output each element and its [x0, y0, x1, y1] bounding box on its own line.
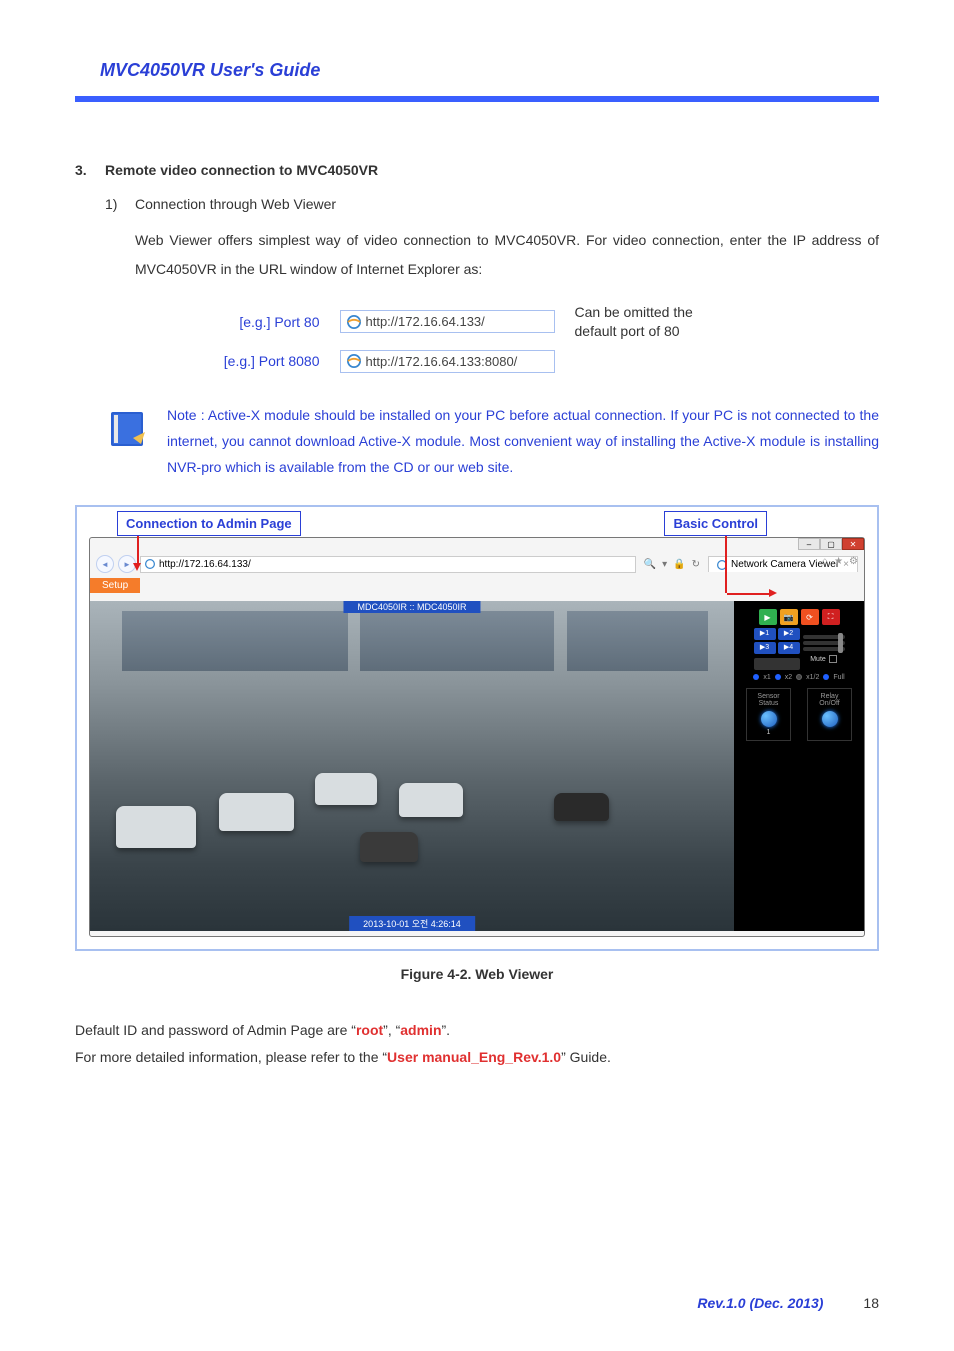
video-area: MDC4050IR :: MDC4050IR 2013-10-01 오전 4:2…	[90, 601, 864, 931]
record-button[interactable]: ▶	[759, 609, 777, 625]
home-icon[interactable]: ⌂	[822, 556, 828, 567]
video-time-overlay: 2013-10-01 오전 4:26:14	[349, 916, 475, 931]
setup-button[interactable]: Setup	[90, 578, 140, 593]
stop-button[interactable]	[754, 658, 800, 670]
port-example-row-8080: [e.g.] Port 8080 http://172.16.64.133:80…	[75, 350, 879, 373]
zoom-1-button[interactable]: ▶1	[754, 628, 776, 640]
page-container: MVC4050VR User's Guide 3. Remote video c…	[0, 0, 954, 1121]
address-tools: 🔍 ▾ 🔒 ↻	[640, 559, 704, 570]
refresh-icon[interactable]: ↻	[692, 559, 700, 570]
favorites-icon[interactable]: ★	[834, 556, 843, 567]
mute-checkbox[interactable]	[829, 655, 837, 663]
control-panel: ▶ 📷 ⟳ ⛶ ▶1 ▶2 ▶3 ▶4	[734, 601, 864, 931]
figure-caption: Figure 4-2. Web Viewer	[75, 966, 879, 982]
port-note: Can be omitted the default port of 80	[575, 303, 755, 339]
reload-button[interactable]: ⟳	[801, 609, 819, 625]
subsection-number: 1)	[105, 196, 135, 212]
url-field-8080: http://172.16.64.133:8080/	[340, 350, 555, 373]
sensor-led	[761, 711, 777, 727]
port-label-8080: [e.g.] Port 8080	[200, 353, 320, 369]
body-paragraph: Web Viewer offers simplest way of video …	[135, 226, 879, 283]
section-title: Remote video connection to MVC4050VR	[105, 162, 378, 178]
relay-panel: Relay On/Off	[807, 688, 852, 741]
callout-admin-page: Connection to Admin Page	[117, 511, 301, 536]
gear-icon[interactable]: ⚙	[849, 556, 858, 567]
maximize-button[interactable]: ▢	[820, 538, 842, 550]
scale-radio-row: x1 x2 x1/2 Full	[734, 674, 864, 681]
snapshot-button[interactable]: 📷	[780, 609, 798, 625]
fullscreen-button[interactable]: ⛶	[822, 609, 840, 625]
scale-x12-radio[interactable]	[796, 674, 802, 680]
window-controls: – ▢ ✕	[798, 538, 864, 550]
ie-address-row: ◄ ► http://172.16.64.133/ 🔍 ▾ 🔒 ↻	[90, 552, 864, 576]
scale-full-radio[interactable]	[823, 674, 829, 680]
web-viewer-figure: Connection to Admin Page Basic Control –…	[75, 505, 879, 951]
note-block: Note : Active-X module should be install…	[75, 403, 879, 481]
minimize-button[interactable]: –	[798, 538, 820, 550]
default-id: root	[356, 1022, 383, 1038]
relay-toggle[interactable]	[822, 711, 838, 727]
mute-label: Mute	[810, 656, 826, 663]
setup-bar: Setup	[90, 578, 864, 593]
address-text: http://172.16.64.133/	[159, 559, 251, 570]
page-footer: Rev.1.0 (Dec. 2013) 18	[697, 1295, 879, 1311]
ie-icon	[347, 354, 361, 368]
video-pane: MDC4050IR :: MDC4050IR 2013-10-01 오전 4:2…	[90, 601, 734, 931]
section-heading: 3. Remote video connection to MVC4050VR	[75, 162, 879, 178]
url-field-80: http://172.16.64.133/	[340, 310, 555, 333]
scale-x2-radio[interactable]	[775, 674, 781, 680]
ie-window: – ▢ ✕ ◄ ► http://172.16.64.133/ 🔍 ▾ 🔒 ↻	[89, 537, 865, 937]
manual-reference: User manual_Eng_Rev.1.0	[387, 1049, 561, 1065]
zoom-2-button[interactable]: ▶2	[778, 628, 800, 640]
subsection-row: 1) Connection through Web Viewer	[105, 196, 879, 212]
url-text-8080: http://172.16.64.133:8080/	[366, 354, 518, 369]
zoom-3-button[interactable]: ▶3	[754, 642, 776, 654]
doc-header-title: MVC4050VR User's Guide	[100, 60, 879, 81]
footer-page-number: 18	[863, 1295, 879, 1311]
search-icon[interactable]: 🔍	[644, 559, 656, 570]
ie-icon	[145, 559, 155, 569]
header-rule	[75, 96, 879, 102]
port-label-80: [e.g.] Port 80	[200, 314, 320, 330]
subsection-title: Connection through Web Viewer	[135, 196, 336, 212]
ie-toolbar-right: ⌂ ★ ⚙	[822, 556, 858, 567]
sensor-status-panel: Sensor Status 1	[746, 688, 791, 741]
note-text: Note : Active-X module should be install…	[167, 403, 879, 481]
callout-basic-control: Basic Control	[664, 511, 767, 536]
back-button[interactable]: ◄	[96, 555, 114, 573]
zoom-4-button[interactable]: ▶4	[778, 642, 800, 654]
volume-slider[interactable]	[803, 647, 845, 651]
ie-icon	[347, 315, 361, 329]
video-title-overlay: MDC4050IR :: MDC4050IR	[343, 601, 480, 613]
address-bar[interactable]: http://172.16.64.133/	[140, 556, 636, 573]
close-button[interactable]: ✕	[842, 538, 864, 550]
port-example-row-80: [e.g.] Port 80 http://172.16.64.133/ Can…	[75, 303, 879, 339]
section-number: 3.	[75, 162, 105, 178]
scale-x1-radio[interactable]	[753, 674, 759, 680]
footer-revision: Rev.1.0 (Dec. 2013)	[697, 1295, 823, 1311]
notebook-icon	[105, 408, 147, 450]
url-text-80: http://172.16.64.133/	[366, 314, 485, 329]
default-password: admin	[400, 1022, 441, 1038]
credentials-paragraph: Default ID and password of Admin Page ar…	[75, 1017, 879, 1070]
